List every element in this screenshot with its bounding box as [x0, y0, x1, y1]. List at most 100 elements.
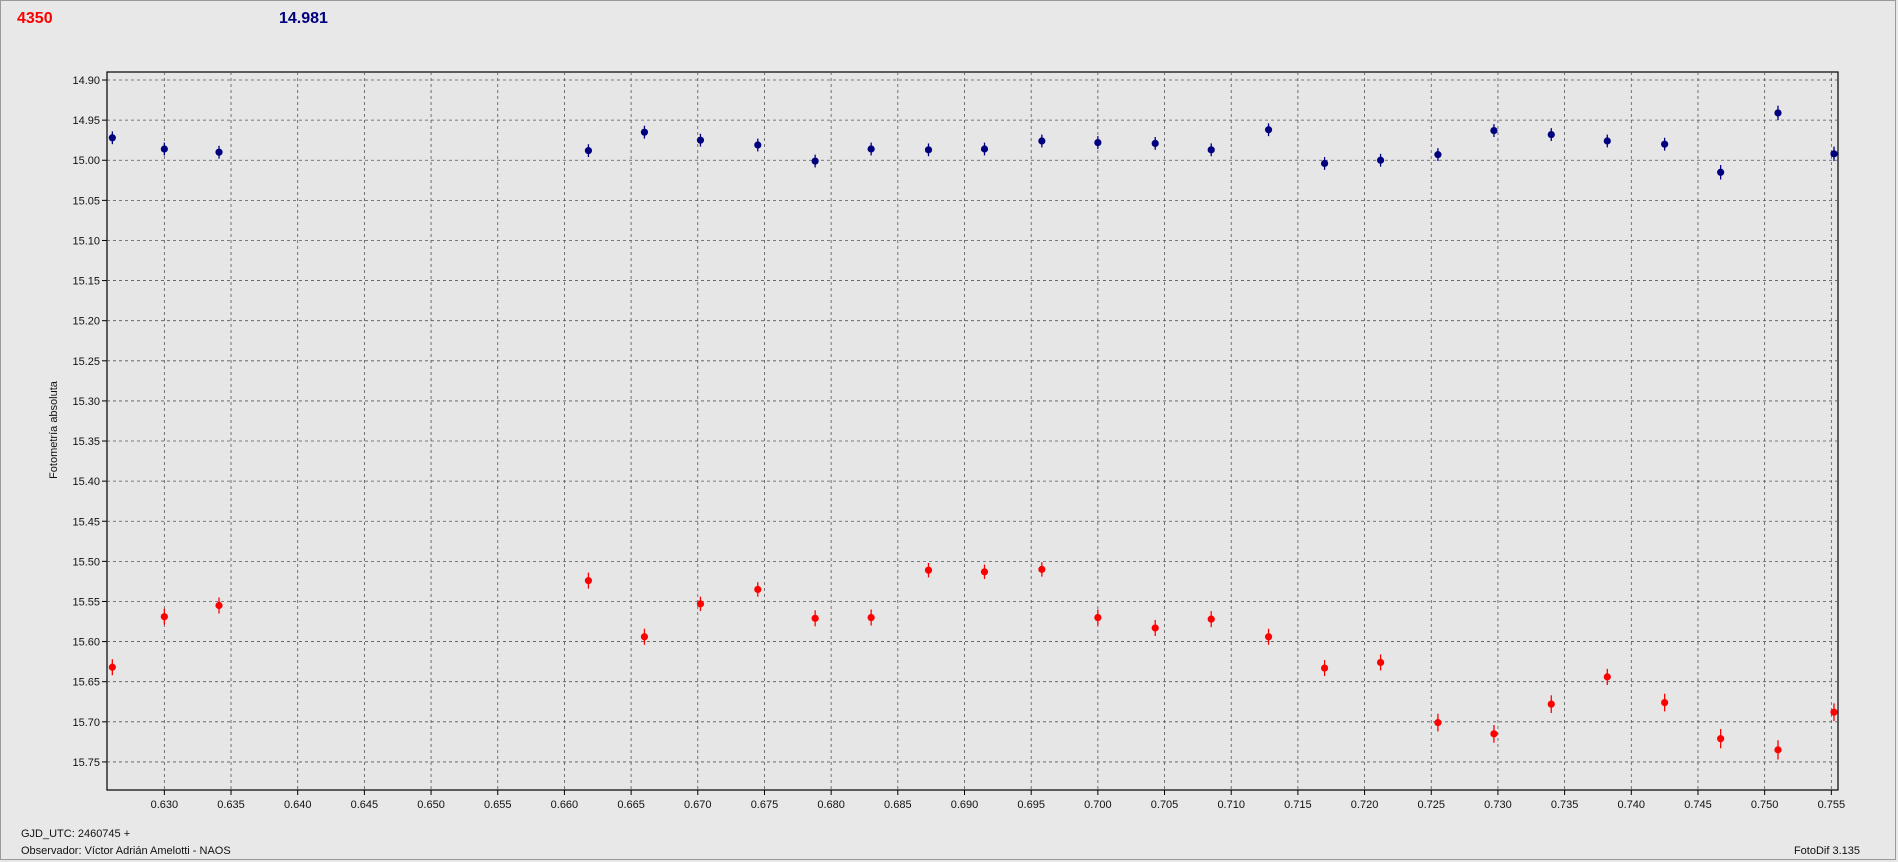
data-point	[1661, 140, 1669, 148]
data-point	[1320, 664, 1329, 672]
data-point	[1038, 565, 1046, 573]
data-point	[696, 136, 705, 144]
y-tick-label: 15.25	[72, 356, 100, 368]
data-point	[1320, 159, 1329, 168]
y-tick-label: 15.55	[72, 596, 100, 608]
plot-area	[106, 71, 1839, 791]
data-point	[1264, 126, 1273, 134]
data-point	[1207, 615, 1215, 623]
x-tick-label: 0.730	[1484, 799, 1512, 811]
data-point	[1830, 708, 1838, 716]
y-tick-label: 15.35	[72, 436, 100, 448]
y-tick-label: 15.30	[72, 396, 100, 408]
data-point	[696, 600, 705, 608]
y-tick-label: 15.70	[72, 717, 100, 729]
data-point	[108, 134, 116, 142]
data-point	[924, 566, 933, 574]
x-tick-label: 0.645	[351, 799, 379, 811]
data-point	[584, 577, 593, 585]
y-tick-label: 15.20	[72, 316, 100, 328]
data-point	[1038, 137, 1046, 145]
data-point	[1151, 624, 1159, 632]
x-tick-label: 0.675	[751, 799, 779, 811]
x-tick-label: 0.630	[151, 799, 179, 811]
data-point	[1830, 150, 1838, 158]
data-point	[1603, 673, 1611, 681]
y-tick-label: 15.00	[72, 155, 100, 167]
y-tick-label: 15.45	[72, 516, 100, 528]
data-point	[924, 146, 933, 154]
x-tick-label: 0.710	[1217, 799, 1245, 811]
data-point	[1434, 151, 1442, 159]
data-point	[1661, 698, 1669, 707]
x-tick-label: 0.735	[1551, 799, 1579, 811]
data-point	[215, 148, 223, 156]
x-tick-label: 0.690	[951, 799, 979, 811]
x-tick-label: 0.705	[1151, 799, 1179, 811]
data-point	[1717, 735, 1725, 743]
data-point	[1547, 700, 1555, 708]
y-tick-label: 14.90	[72, 75, 100, 87]
data-point	[584, 147, 593, 155]
data-point	[1490, 730, 1498, 738]
y-tick-label: 15.40	[72, 476, 100, 488]
data-point	[754, 141, 762, 149]
data-point	[1774, 109, 1782, 117]
x-tick-label: 0.745	[1684, 799, 1712, 811]
data-point	[1094, 138, 1102, 147]
y-tick-label: 15.15	[72, 276, 100, 288]
x-tick-label: 0.725	[1417, 799, 1445, 811]
observer-label: Observador: Víctor Adrián Amelotti - NAO…	[21, 845, 231, 857]
data-point	[867, 613, 875, 622]
data-point	[867, 145, 875, 153]
x-tick-label: 0.695	[1017, 799, 1045, 811]
data-point	[1774, 746, 1782, 754]
x-tick-label: 0.755	[1818, 799, 1846, 811]
data-point	[1603, 137, 1611, 145]
y-tick-label: 15.75	[72, 757, 100, 769]
y-tick-label: 15.60	[72, 637, 100, 649]
x-tick-label: 0.670	[684, 799, 712, 811]
photometry-chart: 0.630 0.635 0.640 0.645 0.650 0.655 0.660 0.665…	[48, 71, 1846, 811]
x-tick-label: 0.665	[617, 799, 645, 811]
x-tick-label: 0.635	[217, 799, 245, 811]
y-tick-label: 15.10	[72, 235, 100, 247]
x-tick-label: 0.720	[1351, 799, 1379, 811]
x-tick-label: 0.700	[1084, 799, 1112, 811]
data-point	[980, 145, 989, 153]
x-tick-label: 0.650	[417, 799, 445, 811]
data-point	[215, 601, 223, 610]
x-tick-label: 0.740	[1618, 799, 1646, 811]
x-tick-label: 0.685	[884, 799, 912, 811]
x-tick-label: 0.680	[817, 799, 845, 811]
gjd-label: GJD_UTC: 2460745 +	[21, 828, 131, 840]
y-tick-label: 15.65	[72, 677, 100, 689]
version-label: FotoDif 3.135	[1793, 845, 1860, 857]
x-axis: 0.630 0.635 0.640 0.645 0.650 0.655 0.660 0.665…	[151, 790, 1846, 811]
data-point	[980, 568, 989, 576]
data-point	[1151, 139, 1159, 147]
data-point	[811, 614, 819, 622]
x-tick-label: 0.715	[1284, 799, 1312, 811]
data-point	[1376, 156, 1385, 164]
data-point	[811, 157, 819, 165]
data-point	[640, 128, 649, 136]
data-point	[160, 145, 168, 153]
y-axis: 14.90 14.95 15.00 15.05 15.10 15.15 15.20 15.25…	[72, 75, 107, 769]
data-point	[1717, 168, 1725, 176]
data-point	[1490, 126, 1498, 135]
data-point	[1547, 130, 1555, 139]
data-point	[108, 663, 116, 671]
y-tick-label: 15.05	[72, 195, 100, 207]
data-point	[160, 613, 168, 621]
data-point	[1376, 658, 1385, 667]
data-point	[1434, 719, 1442, 727]
y-tick-label: 14.95	[72, 115, 100, 127]
data-point	[1094, 613, 1102, 622]
x-tick-label: 0.660	[551, 799, 579, 811]
x-tick-label: 0.640	[284, 799, 312, 811]
x-tick-label: 0.750	[1751, 799, 1779, 811]
y-tick-label: 15.50	[72, 556, 100, 568]
data-point	[1207, 146, 1215, 154]
data-point	[1264, 633, 1273, 641]
